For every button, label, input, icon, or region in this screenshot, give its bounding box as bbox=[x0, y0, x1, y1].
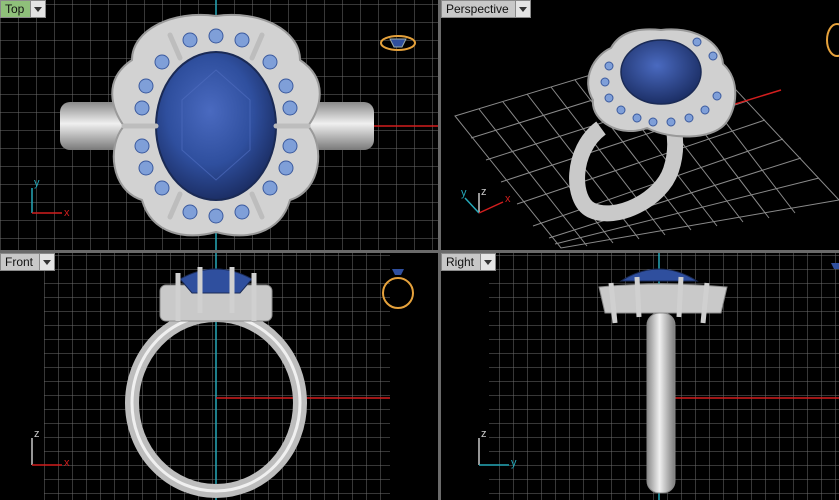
viewport-front[interactable]: z x Front bbox=[0, 253, 438, 500]
axis-label-x: x bbox=[64, 207, 70, 219]
axis-label-y: y bbox=[34, 177, 40, 189]
axis-label-y: y bbox=[461, 187, 467, 199]
viewport-tab-top[interactable]: Top bbox=[0, 0, 47, 18]
axis-label-x: x bbox=[64, 457, 70, 469]
axis-label-y: y bbox=[511, 457, 517, 469]
axis-label-x: x bbox=[505, 193, 511, 205]
viewport-tab-front[interactable]: Front bbox=[0, 253, 56, 271]
axis-label-z: z bbox=[481, 428, 487, 440]
viewport-right[interactable]: z y Right bbox=[441, 253, 839, 500]
right-view-scene bbox=[478, 253, 839, 500]
viewport-tab-label: Top bbox=[5, 2, 25, 16]
ring-thumbnail-icon bbox=[826, 23, 839, 57]
perspective-view-scene bbox=[454, 23, 839, 249]
center-sapphire bbox=[155, 51, 277, 201]
axis-label-z: z bbox=[34, 428, 40, 440]
viewport-tab-label: Front bbox=[5, 255, 34, 269]
viewport-tab-right[interactable]: Right bbox=[441, 253, 497, 271]
axis-label-z: z bbox=[481, 186, 487, 198]
chevron-down-icon[interactable] bbox=[30, 1, 46, 17]
viewport-tab-perspective[interactable]: Perspective bbox=[441, 0, 531, 18]
center-sapphire bbox=[620, 39, 702, 105]
chevron-down-icon[interactable] bbox=[39, 254, 55, 270]
viewport-tab-label: Perspective bbox=[446, 2, 509, 16]
viewport-perspective[interactable]: z y x Perspective bbox=[441, 0, 839, 250]
chevron-down-icon[interactable] bbox=[480, 254, 496, 270]
viewport-tab-label: Right bbox=[446, 255, 475, 269]
ring-model-perspective[interactable] bbox=[569, 28, 737, 222]
viewport-splitter-horizontal[interactable] bbox=[0, 250, 839, 253]
viewport-top[interactable]: y x Top bbox=[0, 0, 438, 250]
chevron-down-icon[interactable] bbox=[514, 1, 530, 17]
ring-shank bbox=[646, 312, 676, 494]
